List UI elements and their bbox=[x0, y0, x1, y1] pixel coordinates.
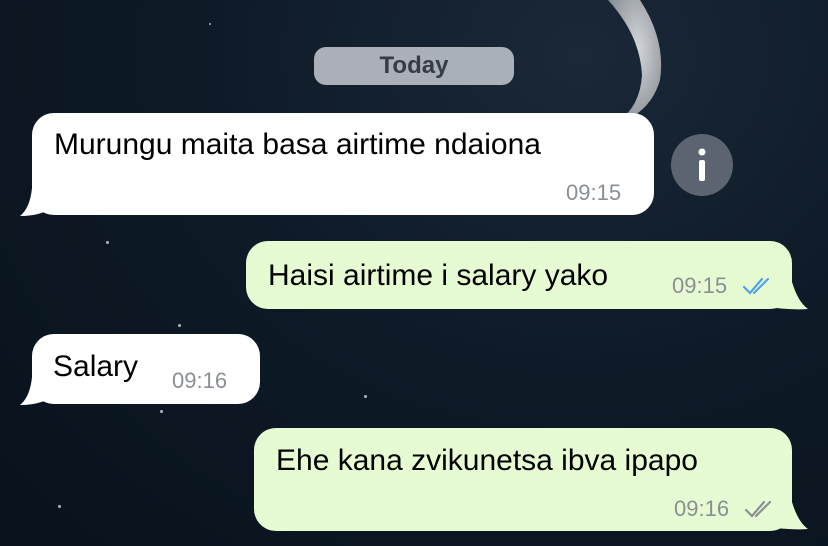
message-bubble-incoming[interactable]: Salary 09:16 bbox=[32, 334, 260, 404]
message-text: Murungu maita basa airtime ndaiona bbox=[54, 128, 541, 161]
message-text: Salary bbox=[53, 350, 139, 383]
message-time: 09:15 bbox=[672, 273, 728, 298]
message-text: Haisi airtime i salary yako bbox=[268, 259, 609, 292]
double-check-icon bbox=[744, 500, 772, 518]
message-bubble-outgoing[interactable]: Haisi airtime i salary yako 09:15 bbox=[246, 241, 792, 309]
bubble-tail-incoming bbox=[20, 188, 58, 216]
bubble-tail-outgoing bbox=[776, 502, 808, 530]
message-time: 09:16 bbox=[172, 368, 228, 393]
info-button[interactable] bbox=[671, 134, 733, 196]
message-time: 09:16 bbox=[674, 496, 730, 521]
bubble-tail-incoming bbox=[20, 377, 58, 405]
message-bubble-incoming[interactable]: Murungu maita basa airtime ndaiona 09:15 bbox=[32, 113, 654, 215]
message-time: 09:15 bbox=[566, 180, 622, 205]
date-divider: Today bbox=[314, 47, 514, 85]
message-bubble-outgoing[interactable]: Ehe kana zvikunetsa ibva ipapo 09:16 bbox=[254, 428, 792, 531]
double-check-icon bbox=[742, 277, 770, 295]
info-icon bbox=[698, 148, 706, 181]
bubble-tail-outgoing bbox=[776, 282, 808, 310]
message-text: Ehe kana zvikunetsa ibva ipapo bbox=[276, 444, 698, 477]
